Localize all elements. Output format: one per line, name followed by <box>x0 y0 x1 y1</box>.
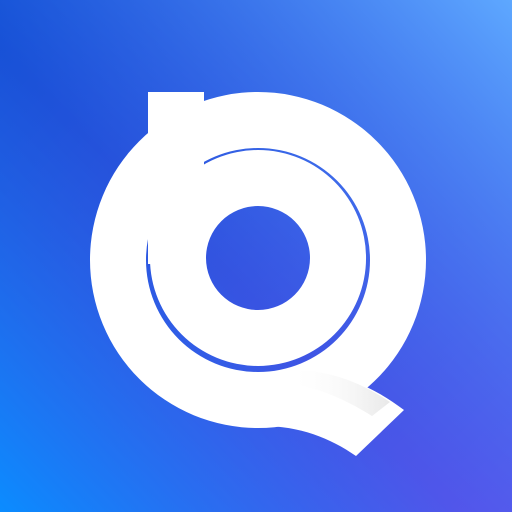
app-logo-icon <box>0 0 512 512</box>
background-overlay <box>0 0 512 512</box>
app-icon <box>0 0 512 512</box>
